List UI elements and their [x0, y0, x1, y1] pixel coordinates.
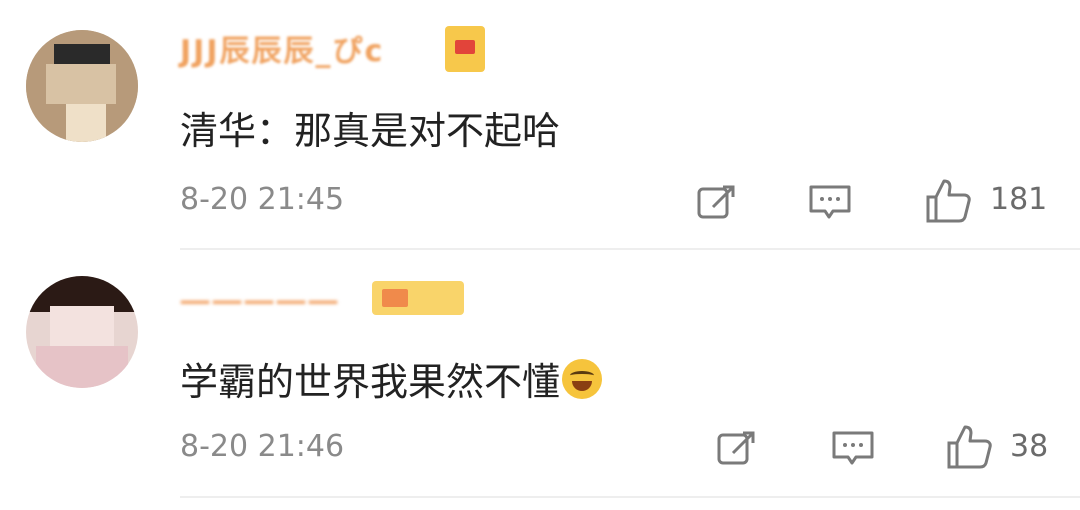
grinning-face-emoji-icon [562, 359, 603, 399]
comment-item: JJJ辰辰辰_ぴc 清华：那真是对不起哈 8-20 21:45 181 [0, 0, 1080, 250]
user-avatar[interactable] [26, 276, 138, 388]
avatar-pixel [54, 44, 110, 64]
comment-item: 一一一一一 学霸的世界我果然不懂 8-20 21:46 38 [0, 251, 1080, 510]
comment-text: 清华：那真是对不起哈 [180, 109, 561, 153]
avatar-pixel [46, 64, 116, 104]
vip-badge [372, 281, 464, 315]
vip-badge [445, 26, 485, 72]
divider [180, 248, 1080, 250]
thumbs-up-icon[interactable] [943, 421, 995, 473]
repost-icon[interactable] [715, 427, 759, 471]
comment-text: 学霸的世界我果然不懂 [180, 351, 603, 406]
repost-icon[interactable] [695, 181, 739, 225]
like-count: 181 [990, 182, 1048, 217]
comment-text-content: 学霸的世界我果然不懂 [180, 360, 561, 404]
comment-timestamp: 8-20 21:46 [180, 429, 345, 464]
username[interactable]: 一一一一一 [180, 281, 340, 322]
divider [180, 496, 1080, 498]
comment-timestamp: 8-20 21:45 [180, 182, 345, 217]
like-count: 38 [1010, 429, 1049, 464]
comment-icon[interactable] [807, 181, 853, 225]
comment-icon[interactable] [830, 427, 876, 471]
user-avatar[interactable] [26, 30, 138, 142]
thumbs-up-icon[interactable] [922, 175, 974, 227]
avatar-pixel [36, 346, 128, 388]
avatar-pixel [66, 104, 106, 142]
username[interactable]: JJJ辰辰辰_ぴc [180, 28, 384, 69]
